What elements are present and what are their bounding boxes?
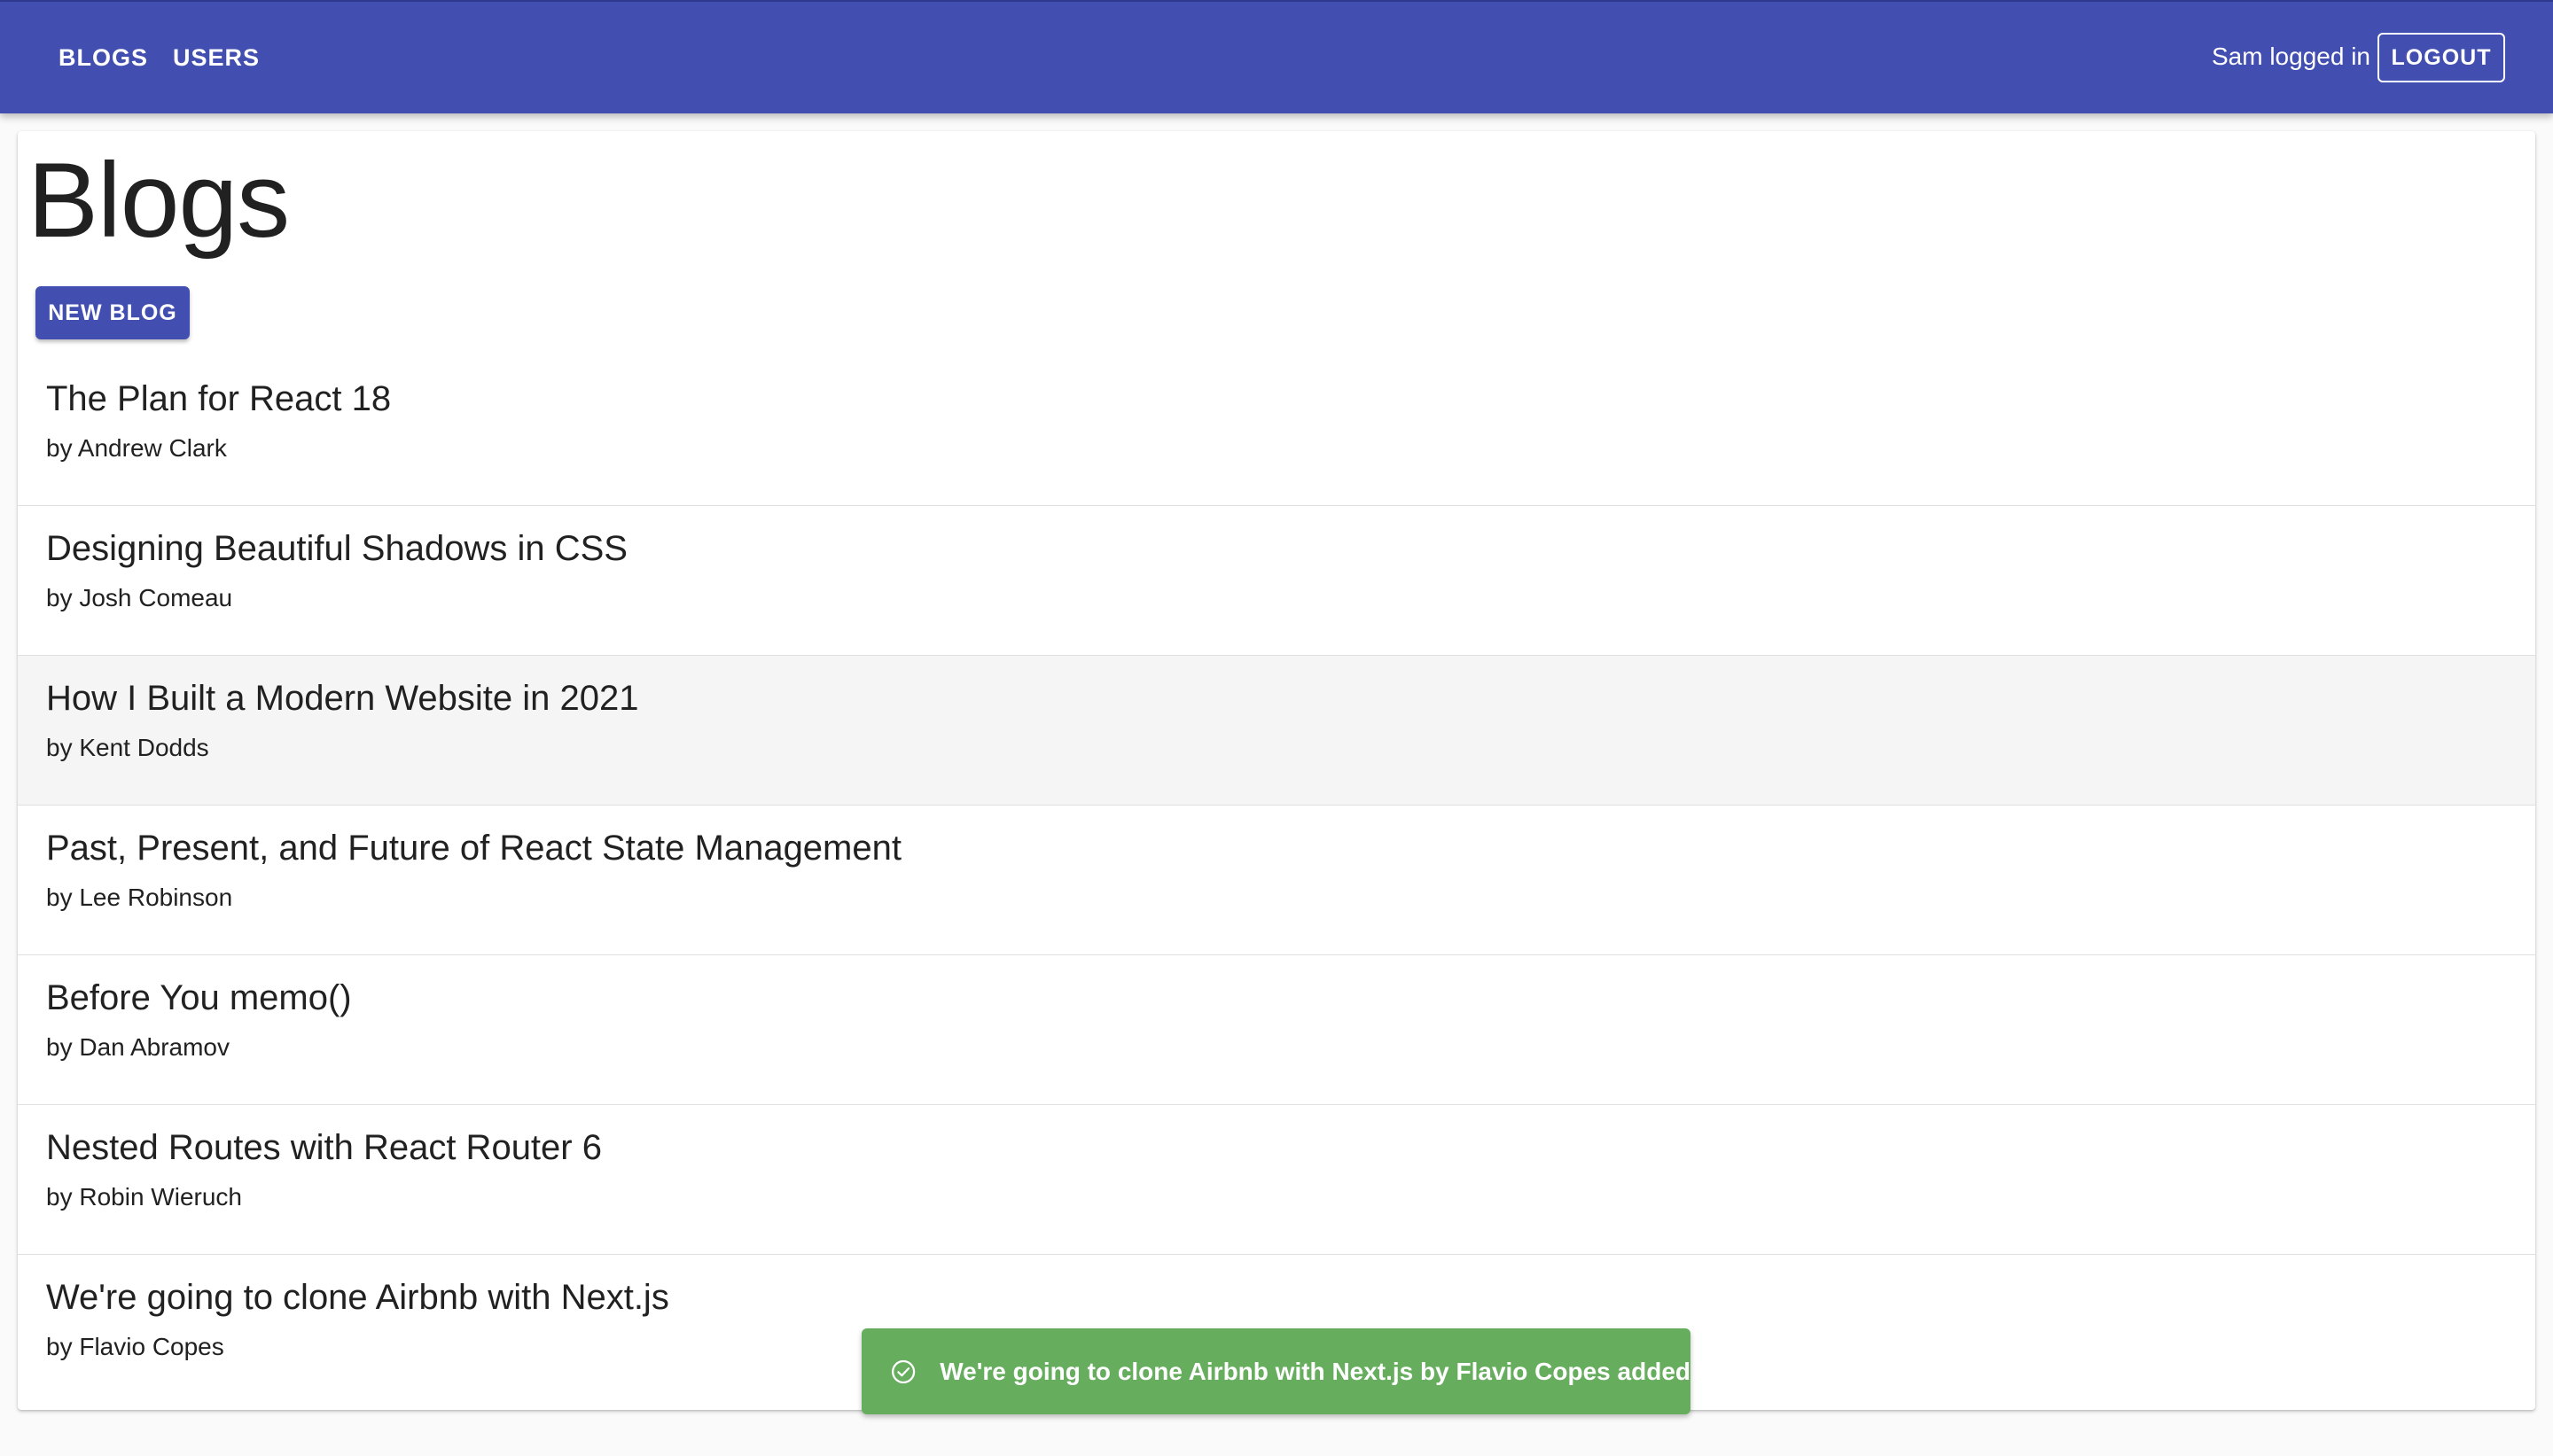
blog-list-item[interactable]: Designing Beautiful Shadows in CSS by Jo… (18, 506, 2535, 656)
app-bar: BLOGS USERS Sam logged in LOGOUT (0, 0, 2553, 113)
check-circle-icon (892, 1359, 916, 1383)
blog-title: Before You memo() (46, 978, 352, 1017)
new-blog-button[interactable]: NEW BLOG (35, 286, 190, 339)
blog-list-item[interactable]: Before You memo() by Dan Abramov (18, 955, 2535, 1105)
blog-author: by Josh Comeau (46, 584, 233, 611)
login-status-text: Sam logged in (2211, 43, 2370, 70)
blog-title: Designing Beautiful Shadows in CSS (46, 529, 628, 568)
nav-link-users[interactable]: USERS (173, 44, 260, 72)
blog-title: The Plan for React 18 (46, 379, 392, 418)
blog-author: by Lee Robinson (46, 884, 233, 911)
page-title: Blogs (27, 141, 290, 260)
success-notification: We're going to clone Airbnb with Next.js… (862, 1328, 1690, 1414)
blog-author: by Kent Dodds (46, 734, 209, 761)
blog-list-item[interactable]: The Plan for React 18 by Andrew Clark (18, 356, 2535, 506)
blog-list-item[interactable]: How I Built a Modern Website in 2021 by … (18, 656, 2535, 806)
blogs-panel: Blogs NEW BLOG The Plan for React 18 by … (18, 131, 2535, 1410)
blog-list-item[interactable]: Nested Routes with React Router 6 by Rob… (18, 1105, 2535, 1255)
blog-author: by Dan Abramov (46, 1033, 230, 1061)
notification-message: We're going to clone Airbnb with Next.js… (940, 1357, 1690, 1385)
blog-title: Nested Routes with React Router 6 (46, 1128, 602, 1167)
blog-author: by Andrew Clark (46, 434, 227, 462)
nav-link-blogs[interactable]: BLOGS (59, 44, 148, 72)
blog-title: We're going to clone Airbnb with Next.js (46, 1278, 669, 1317)
blog-author: by Robin Wieruch (46, 1183, 242, 1211)
blog-title: Past, Present, and Future of React State… (46, 829, 902, 868)
logout-button[interactable]: LOGOUT (2377, 33, 2505, 82)
blog-list-item[interactable]: Past, Present, and Future of React State… (18, 806, 2535, 955)
blog-author: by Flavio Copes (46, 1333, 224, 1360)
blog-list: The Plan for React 18 by Andrew Clark De… (18, 356, 2535, 1405)
blog-title: How I Built a Modern Website in 2021 (46, 679, 639, 718)
